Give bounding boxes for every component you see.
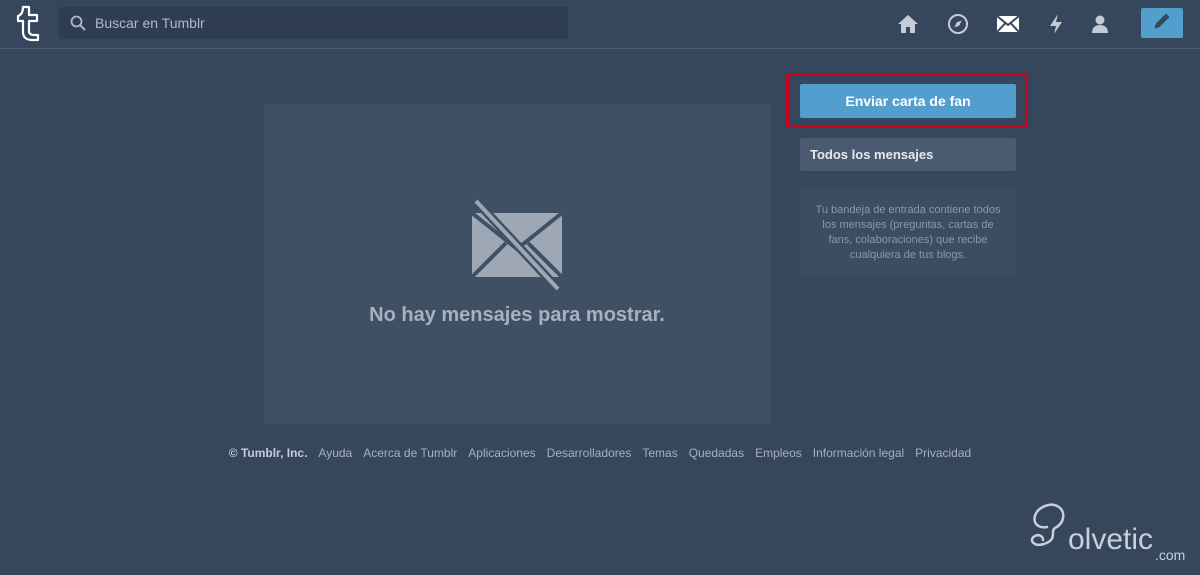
watermark-suffix: .com	[1155, 547, 1186, 563]
search-bar	[59, 7, 568, 39]
compass-icon[interactable]	[946, 12, 970, 36]
mail-icon[interactable]	[996, 12, 1020, 36]
all-messages-tab[interactable]: Todos los mensajes	[800, 138, 1016, 171]
footer-link-legal[interactable]: Información legal	[813, 446, 904, 460]
watermark-text: olvetic	[1068, 523, 1154, 556]
compose-button[interactable]	[1141, 8, 1183, 38]
messages-panel: No hay mensajes para mostrar.	[264, 104, 770, 424]
copyright: © Tumblr, Inc.	[228, 446, 308, 460]
empty-message: No hay mensajes para mostrar.	[369, 304, 665, 326]
solvetic-watermark: olvetic .com	[1025, 500, 1190, 566]
send-fan-mail-button[interactable]: Enviar carta de fan	[800, 84, 1016, 118]
search-icon	[70, 15, 86, 31]
footer-link-developers[interactable]: Desarrolladores	[547, 446, 632, 460]
footer-link-about[interactable]: Acerca de Tumblr	[363, 446, 457, 460]
inbox-info: Tu bandeja de entrada contiene todos los…	[800, 188, 1016, 277]
tumblr-logo-icon[interactable]	[12, 4, 44, 42]
footer-link-themes[interactable]: Temas	[642, 446, 677, 460]
footer-link-privacy[interactable]: Privacidad	[915, 446, 971, 460]
top-bar	[0, 0, 1200, 49]
footer: © Tumblr, Inc. Ayuda Acerca de Tumblr Ap…	[0, 446, 1200, 460]
footer-link-help[interactable]: Ayuda	[318, 446, 352, 460]
footer-link-apps[interactable]: Aplicaciones	[468, 446, 535, 460]
home-icon[interactable]	[896, 12, 920, 36]
footer-link-meetups[interactable]: Quedadas	[689, 446, 744, 460]
lightning-icon[interactable]	[1044, 12, 1068, 36]
footer-link-jobs[interactable]: Empleos	[755, 446, 802, 460]
no-mail-icon	[470, 197, 564, 293]
pencil-icon	[1152, 11, 1172, 36]
search-input[interactable]	[95, 7, 555, 39]
user-icon[interactable]	[1088, 12, 1112, 36]
